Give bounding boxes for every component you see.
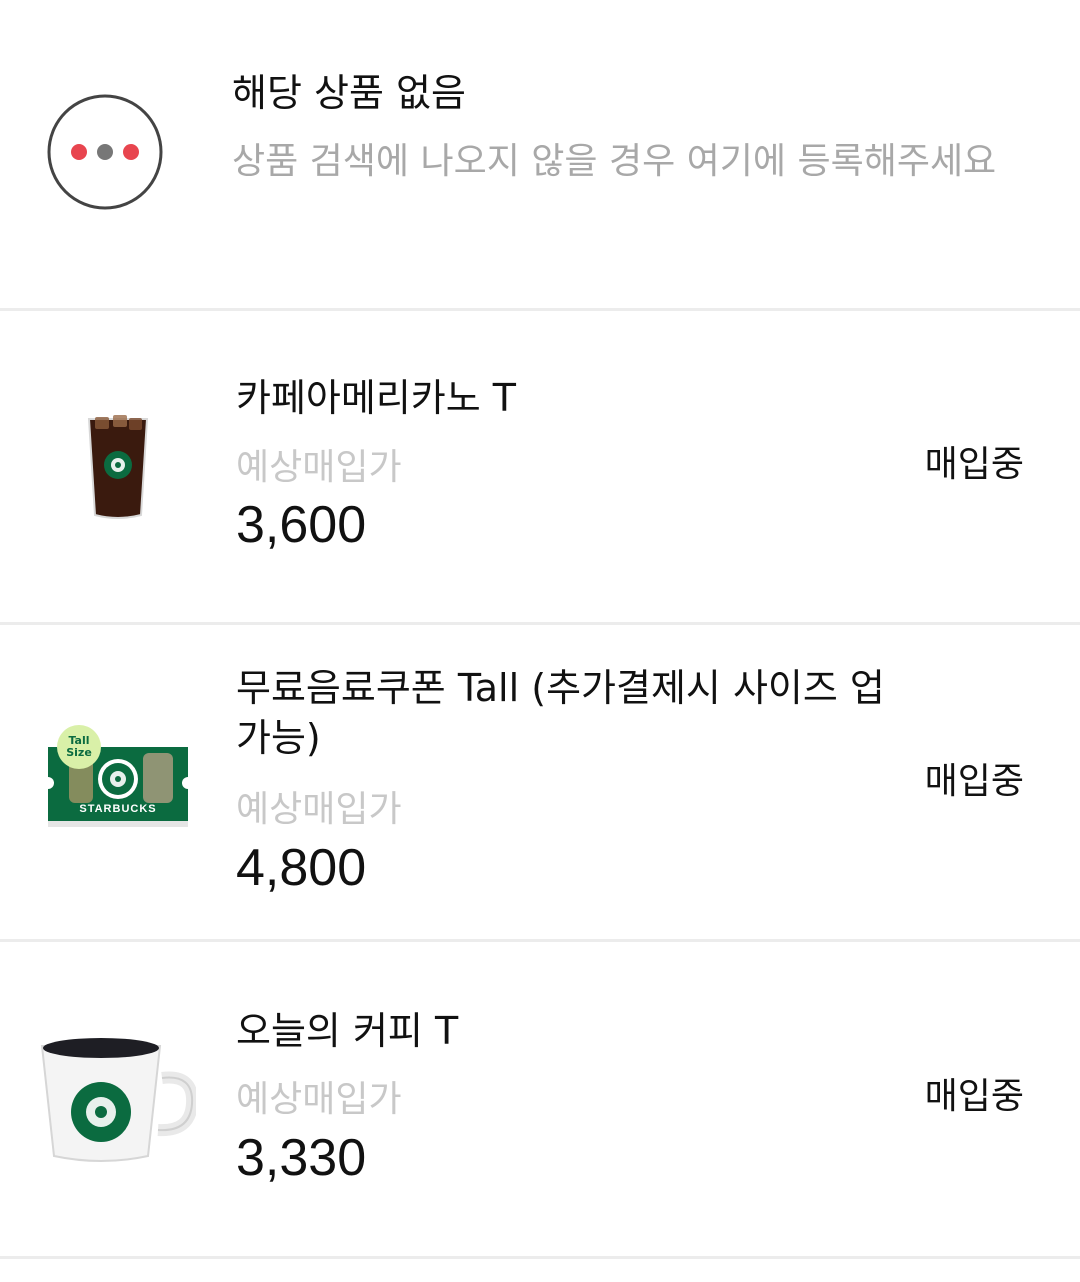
product-row[interactable]: Tall Size STARBUCKS 무료음료쿠폰 Tall (추가결제시 사이… [0,625,1080,942]
product-name: 오늘의 커피 T [236,1009,459,1053]
status-badge: 매입중 [924,1076,1024,1117]
price-value: 4,800 [236,839,367,897]
status-badge: 매입중 [924,444,1024,485]
coupon-brand-text: STARBUCKS [79,803,157,815]
price-label: 예상매입가 [236,789,402,830]
product-name: 카페아메리카노 T [236,376,517,420]
tall-size-badge: Tall Size [66,734,92,759]
not-found-description: 상품 검색에 나오지 않을 경우 여기에 등록해주세요 [232,141,997,182]
product-row[interactable]: 오늘의 커피 T 예상매입가 3,330 매입중 [0,942,1080,1259]
more-dots-icon [47,94,163,214]
price-label: 예상매입가 [236,447,402,488]
not-found-title: 해당 상품 없음 [232,71,466,115]
price-value: 3,600 [236,496,367,554]
product-row[interactable]: 카페아메리카노 T 예상매입가 3,600 매입중 [0,311,1080,625]
item-not-found-row[interactable]: 해당 상품 없음 상품 검색에 나오지 않을 경우 여기에 등록해주세요 [0,0,1080,311]
iced-americano-image [85,411,151,527]
price-value: 3,330 [236,1129,367,1187]
product-name: 무료음료쿠폰 Tall (추가결제시 사이즈 업가능) [236,666,885,760]
status-badge: 매입중 [924,761,1024,802]
coffee-mug-image [40,1032,199,1170]
price-label: 예상매입가 [236,1079,402,1120]
coupon-card-image: Tall Size STARBUCKS [42,725,194,833]
